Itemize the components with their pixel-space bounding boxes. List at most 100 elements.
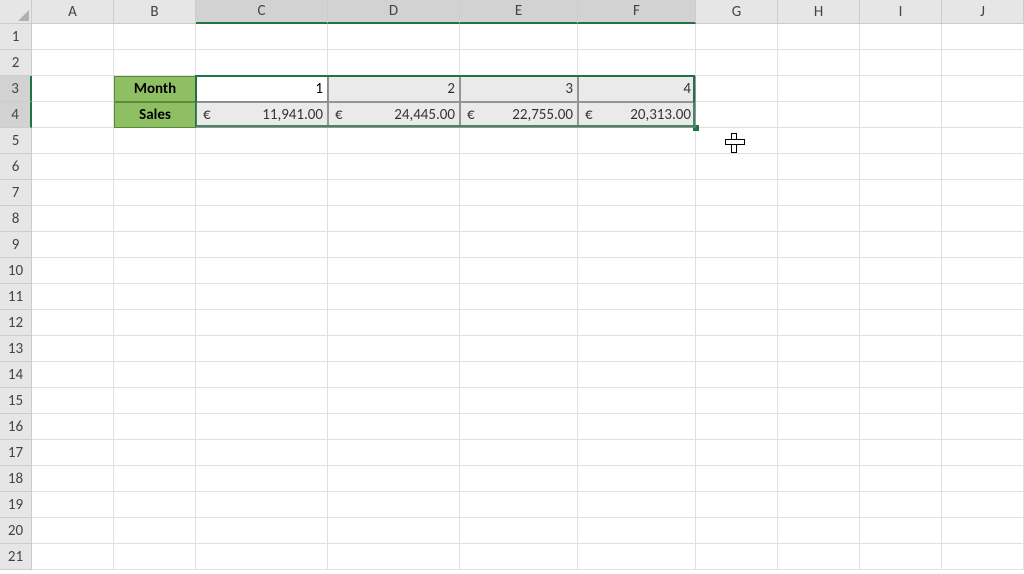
cell-D16[interactable] [328,414,460,440]
cell-J3[interactable] [942,76,1024,102]
cell-C21[interactable] [196,544,328,570]
row-header-6[interactable]: 6 [0,154,32,180]
cell-F5[interactable] [578,128,696,154]
row-header-16[interactable]: 16 [0,414,32,440]
cell-I19[interactable] [860,492,942,518]
cell-D15[interactable] [328,388,460,414]
cell-H21[interactable] [778,544,860,570]
cell-J16[interactable] [942,414,1024,440]
cell-J10[interactable] [942,258,1024,284]
row-header-4[interactable]: 4 [0,102,32,128]
cell-J19[interactable] [942,492,1024,518]
cell-B19[interactable] [114,492,196,518]
cell-I3[interactable] [860,76,942,102]
cell-D2[interactable] [328,50,460,76]
row-header-21[interactable]: 21 [0,544,32,570]
cell-B6[interactable] [114,154,196,180]
cell-A15[interactable] [32,388,114,414]
cell-G6[interactable] [696,154,778,180]
cell-H13[interactable] [778,336,860,362]
cell-C5[interactable] [196,128,328,154]
cell-J6[interactable] [942,154,1024,180]
cell-I13[interactable] [860,336,942,362]
cell-I9[interactable] [860,232,942,258]
cell-F15[interactable] [578,388,696,414]
cell-H11[interactable] [778,284,860,310]
cell-D6[interactable] [328,154,460,180]
cell-J7[interactable] [942,180,1024,206]
cell-D8[interactable] [328,206,460,232]
cell-D9[interactable] [328,232,460,258]
cell-B2[interactable] [114,50,196,76]
row-header-9[interactable]: 9 [0,232,32,258]
cell-H7[interactable] [778,180,860,206]
column-header-G[interactable]: G [696,0,778,24]
cell-C10[interactable] [196,258,328,284]
cell-A7[interactable] [32,180,114,206]
cell-E17[interactable] [460,440,578,466]
column-header-H[interactable]: H [778,0,860,24]
cell-I11[interactable] [860,284,942,310]
cell-H12[interactable] [778,310,860,336]
cell-J20[interactable] [942,518,1024,544]
cell-G12[interactable] [696,310,778,336]
cell-E11[interactable] [460,284,578,310]
cell-D20[interactable] [328,518,460,544]
cell-B12[interactable] [114,310,196,336]
cell-I10[interactable] [860,258,942,284]
cell-D18[interactable] [328,466,460,492]
cell-A16[interactable] [32,414,114,440]
cell-C4[interactable]: €11,941.00 [196,102,328,128]
cell-A20[interactable] [32,518,114,544]
row-header-8[interactable]: 8 [0,206,32,232]
cell-C19[interactable] [196,492,328,518]
cell-G4[interactable] [696,102,778,128]
cell-J4[interactable] [942,102,1024,128]
cell-B9[interactable] [114,232,196,258]
column-header-C[interactable]: C [196,0,328,24]
column-header-B[interactable]: B [114,0,196,24]
cell-A4[interactable] [32,102,114,128]
cell-J8[interactable] [942,206,1024,232]
cell-B7[interactable] [114,180,196,206]
cell-B8[interactable] [114,206,196,232]
cell-D10[interactable] [328,258,460,284]
cell-E8[interactable] [460,206,578,232]
cell-E12[interactable] [460,310,578,336]
cell-G11[interactable] [696,284,778,310]
cell-B20[interactable] [114,518,196,544]
cell-J13[interactable] [942,336,1024,362]
cell-E2[interactable] [460,50,578,76]
cell-F6[interactable] [578,154,696,180]
cell-G13[interactable] [696,336,778,362]
column-header-F[interactable]: F [578,0,696,24]
cell-H17[interactable] [778,440,860,466]
cell-C6[interactable] [196,154,328,180]
cell-D17[interactable] [328,440,460,466]
cell-F17[interactable] [578,440,696,466]
cell-D13[interactable] [328,336,460,362]
cell-B11[interactable] [114,284,196,310]
select-all-corner[interactable] [0,0,32,24]
cell-J15[interactable] [942,388,1024,414]
cell-D19[interactable] [328,492,460,518]
cell-G17[interactable] [696,440,778,466]
cell-E13[interactable] [460,336,578,362]
row-header-14[interactable]: 14 [0,362,32,388]
cell-H9[interactable] [778,232,860,258]
cell-C3[interactable]: 1 [196,76,328,102]
cell-D14[interactable] [328,362,460,388]
row-header-10[interactable]: 10 [0,258,32,284]
cell-C14[interactable] [196,362,328,388]
row-header-3[interactable]: 3 [0,76,32,102]
cell-G1[interactable] [696,24,778,50]
row-header-18[interactable]: 18 [0,466,32,492]
cell-J2[interactable] [942,50,1024,76]
cell-H20[interactable] [778,518,860,544]
cell-F2[interactable] [578,50,696,76]
cell-H4[interactable] [778,102,860,128]
cell-C7[interactable] [196,180,328,206]
cell-A1[interactable] [32,24,114,50]
cell-F14[interactable] [578,362,696,388]
cell-I2[interactable] [860,50,942,76]
